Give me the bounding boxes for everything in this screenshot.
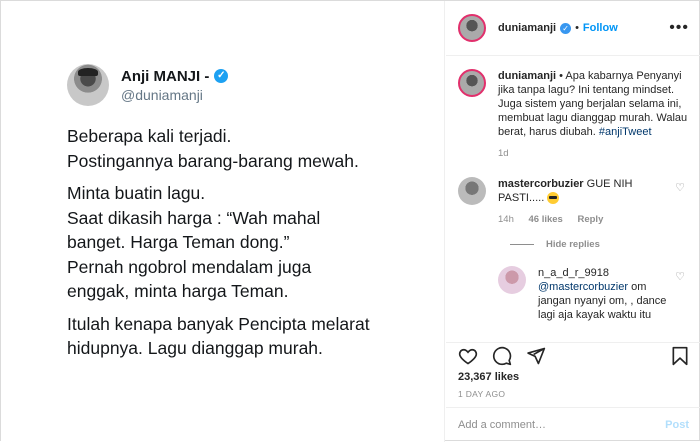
comment-bubble-icon[interactable] [492,346,512,366]
comment-input[interactable] [458,419,666,431]
tweet-text: Beberapa kali terjadi. Postingannya bara… [67,124,427,369]
tweet-paragraph: Itulah kenapa banyak Pencipta melarat hi… [67,312,427,361]
tweet-line: banget. Harga Teman dong.” [67,232,290,252]
comment-text: mastercorbuzier GUE NIH PASTI..... 14h 4… [498,177,658,227]
tweet-line: Beberapa kali terjadi. [67,126,232,146]
comment-like-icon[interactable]: ♡ [675,270,685,283]
like-heart-icon[interactable] [458,346,478,366]
comment-like-icon[interactable]: ♡ [675,181,685,194]
avatar[interactable] [458,177,486,205]
bookmark-icon[interactable] [671,346,689,366]
post-image[interactable]: Anji MANJI - ✓ @duniamanji Beberapa kali… [1,1,445,442]
tweet-line: Itulah kenapa banyak Pencipta melarat [67,313,370,334]
more-options-icon[interactable]: ••• [669,19,689,37]
avatar[interactable] [458,69,486,97]
sunglasses-emoji-icon [547,192,560,205]
tweet-paragraph: Beberapa kali terjadi. Postingannya bara… [67,124,427,173]
divider [510,244,534,245]
comment-username[interactable]: n_a_d_r_9918 [538,267,609,279]
tweet-header: Anji MANJI - ✓ @duniamanji [67,64,229,106]
tweet-line: hidupnya. Lagu dianggap murah. [67,338,323,358]
verified-badge-icon: ✓ [214,69,229,83]
tweet-handle: @duniamanji [121,86,203,103]
add-comment-bar: Post [446,407,700,442]
comment-meta: 14h 46 likes Reply [498,213,658,227]
caption-hashtag[interactable]: #anjiTweet [599,126,652,138]
verified-badge-icon: ✓ [560,22,572,34]
post-timestamp[interactable]: 1 DAY AGO [458,389,689,399]
action-icons [458,343,689,369]
instagram-post: Anji MANJI - ✓ @duniamanji Beberapa kali… [0,0,700,442]
follow-button[interactable]: Follow [583,22,618,34]
header-username[interactable]: duniamanji [498,22,556,34]
comment-age[interactable]: 14h [498,214,514,225]
avatar[interactable] [458,14,486,42]
comment: mastercorbuzier GUE NIH PASTI..... 14h 4… [458,177,689,227]
comment-username[interactable]: mastercorbuzier [498,178,584,190]
caption: duniamanji • Apa kabarnya Penyanyi jika … [458,69,689,161]
tweet-line: Pernah ngobrol mendalam juga [67,256,312,277]
post-sidebar: duniamanji ✓ • Follow ••• duniamanji • A… [446,1,700,442]
comment-likes[interactable]: 46 likes [529,214,563,225]
header-separator: • [575,22,579,34]
tweet-line: Saat dikasih harga : “Wah mahal [67,207,321,228]
tweet-paragraph: Minta buatin lagu. Saat dikasih harga : … [67,181,427,304]
tweet-avatar [67,64,109,106]
tweet-line: Postingannya barang-barang mewah. [67,150,359,171]
tweet-names: Anji MANJI - ✓ @duniamanji [121,67,229,103]
share-send-icon[interactable] [526,346,546,366]
caption-text: duniamanji • Apa kabarnya Penyanyi jika … [498,69,688,161]
comment-text: n_a_d_r_9918 @mastercorbuzier om jangan … [538,266,668,322]
likes-count[interactable]: 23,367 likes [458,371,689,383]
tweet-name-row: Anji MANJI - ✓ [121,67,229,85]
post-comment-button[interactable]: Post [665,419,689,431]
reply-comment: n_a_d_r_9918 @mastercorbuzier om jangan … [498,266,689,322]
tweet-line: enggak, minta harga Teman. [67,281,289,301]
caption-username[interactable]: duniamanji [498,70,556,82]
caption-meta: 1d [498,147,688,161]
reply-button[interactable]: Reply [577,214,603,225]
tweet-line: Minta buatin lagu. [67,183,206,203]
tweet-display-name: Anji MANJI - [121,67,210,85]
comment-mention[interactable]: @mastercorbuzier [538,281,628,293]
avatar[interactable] [498,266,526,294]
caption-age[interactable]: 1d [498,148,509,159]
comments-list[interactable]: duniamanji • Apa kabarnya Penyanyi jika … [446,57,700,342]
post-header: duniamanji ✓ • Follow ••• [446,1,700,56]
hide-replies-button[interactable]: Hide replies [510,239,689,250]
post-actions: 23,367 likes 1 DAY AGO [446,342,700,402]
hide-replies-label: Hide replies [546,239,600,250]
